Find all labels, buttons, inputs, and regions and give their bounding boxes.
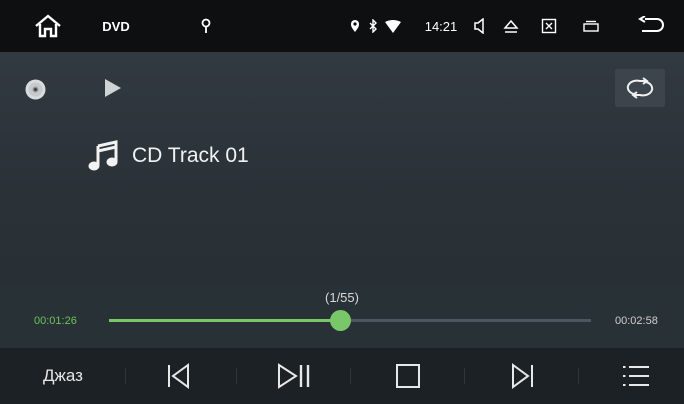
seek-handle[interactable] — [330, 310, 352, 331]
clock: 14:21 — [424, 18, 458, 34]
home-button[interactable] — [30, 0, 66, 52]
repeat-button[interactable] — [615, 69, 665, 107]
total-time: 00:02:58 — [615, 315, 658, 327]
antenna-icon — [198, 0, 214, 52]
eject-icon — [503, 19, 519, 33]
disc-icon — [25, 79, 46, 105]
now-playing-panel: CD Track 01 — [0, 52, 684, 286]
back-icon — [638, 16, 664, 32]
track-title: CD Track 01 — [132, 144, 249, 167]
wifi-icon — [384, 0, 402, 52]
status-bar: DVD 14:21 — [0, 0, 684, 52]
play-pause-button[interactable] — [272, 348, 316, 404]
recent-apps-icon — [583, 20, 599, 32]
volume-button[interactable] — [469, 0, 491, 52]
divider — [350, 368, 351, 384]
track-info: CD Track 01 — [88, 138, 249, 174]
divider — [578, 368, 579, 384]
stop-button[interactable] — [386, 348, 430, 404]
source-label: DVD — [102, 18, 130, 34]
music-note-icon — [88, 140, 118, 171]
close-window-button[interactable] — [538, 0, 560, 52]
previous-button[interactable] — [157, 348, 201, 404]
progress-area: (1/55) 00:01:26 00:02:58 — [0, 286, 684, 348]
elapsed-time: 00:01:26 — [34, 315, 77, 327]
divider — [236, 368, 237, 384]
equalizer-preset-button[interactable]: Джаз — [30, 348, 96, 404]
play-state-icon — [104, 78, 122, 103]
playlist-button[interactable] — [614, 348, 658, 404]
divider — [125, 368, 126, 384]
bluetooth-icon — [366, 0, 380, 52]
volume-icon — [474, 18, 484, 34]
next-icon — [512, 363, 533, 389]
playback-controls: Джаз — [0, 348, 684, 404]
play-pause-icon — [278, 363, 310, 389]
recent-apps-button[interactable] — [580, 0, 602, 52]
track-counter: (1/55) — [325, 290, 359, 305]
repeat-icon — [626, 77, 654, 99]
location-icon — [348, 0, 362, 52]
previous-icon — [168, 363, 189, 389]
eject-button[interactable] — [500, 0, 522, 52]
seek-bar[interactable] — [109, 310, 591, 331]
next-button[interactable] — [500, 348, 544, 404]
home-icon — [35, 14, 61, 38]
back-button[interactable] — [636, 0, 666, 52]
stop-icon — [396, 364, 420, 388]
divider — [464, 368, 465, 384]
seek-bar-fill — [109, 319, 341, 322]
close-window-icon — [541, 18, 557, 34]
playlist-icon — [623, 366, 649, 386]
